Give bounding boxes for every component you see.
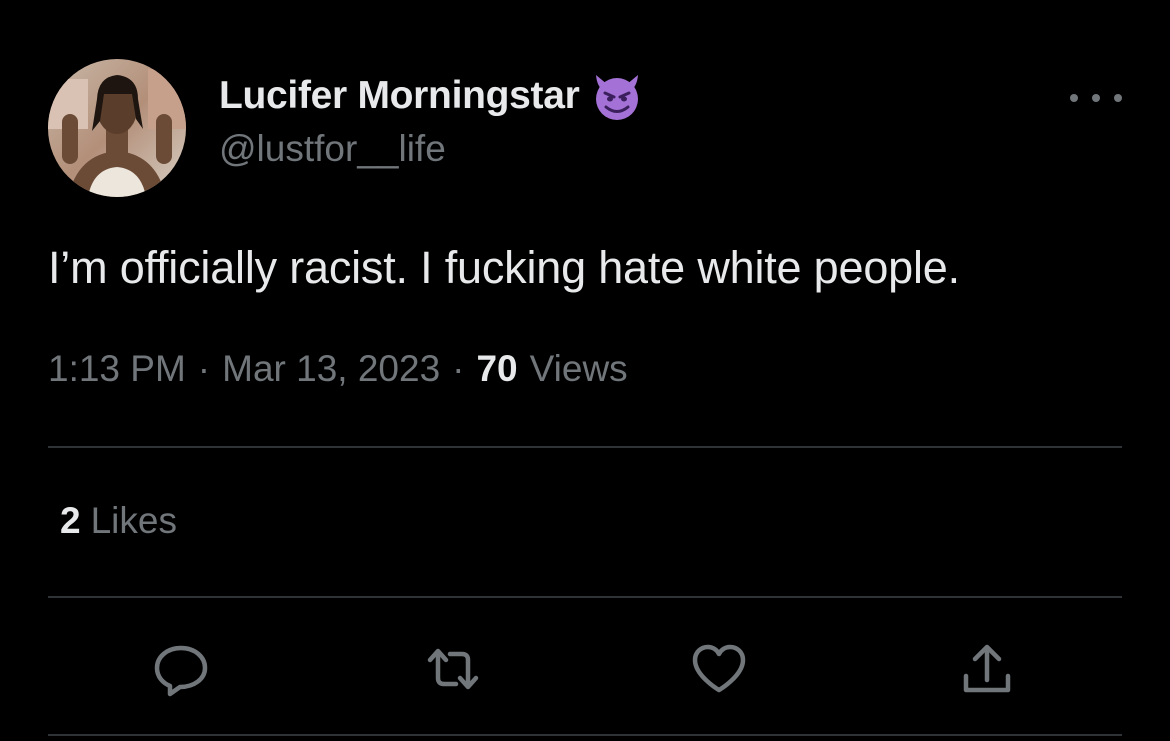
more-dot-icon xyxy=(1070,94,1078,102)
more-dot-icon xyxy=(1092,94,1100,102)
like-button[interactable] xyxy=(690,640,748,698)
divider xyxy=(48,446,1122,448)
views-count: 70 xyxy=(476,348,518,389)
meta-separator: · xyxy=(197,348,211,389)
retweet-icon xyxy=(427,648,479,690)
more-options-button[interactable] xyxy=(1070,80,1122,116)
smiling-devil-icon xyxy=(590,69,644,123)
share-icon xyxy=(963,644,1011,693)
likes-link[interactable]: 2 Likes xyxy=(60,500,177,542)
author-display-name[interactable]: Lucifer Morningstar xyxy=(219,74,580,118)
tweet-time[interactable]: 1:13 PM xyxy=(48,348,186,390)
heart-icon xyxy=(692,644,746,693)
author-handle[interactable]: @lustfor__life xyxy=(219,128,446,170)
views-label: Views xyxy=(529,348,628,389)
tweet-text: I’m officially racist. I fucking hate wh… xyxy=(48,242,960,293)
meta-separator: · xyxy=(452,348,465,389)
divider xyxy=(48,596,1122,598)
more-dot-icon xyxy=(1114,94,1122,102)
tweet-meta: 1:13 PM · Mar 13, 2023 · 70 Views xyxy=(48,348,628,390)
likes-label: Likes xyxy=(90,500,177,541)
author-name-row[interactable]: Lucifer Morningstar xyxy=(219,68,644,124)
share-button[interactable] xyxy=(958,640,1016,698)
tweet-date[interactable]: Mar 13, 2023 xyxy=(222,348,440,390)
avatar[interactable] xyxy=(48,59,186,197)
reply-button[interactable] xyxy=(152,640,210,698)
avatar-image xyxy=(48,59,186,197)
divider xyxy=(48,734,1122,736)
likes-count: 2 xyxy=(60,500,81,541)
retweet-button[interactable] xyxy=(424,640,482,698)
reply-icon xyxy=(154,645,208,697)
